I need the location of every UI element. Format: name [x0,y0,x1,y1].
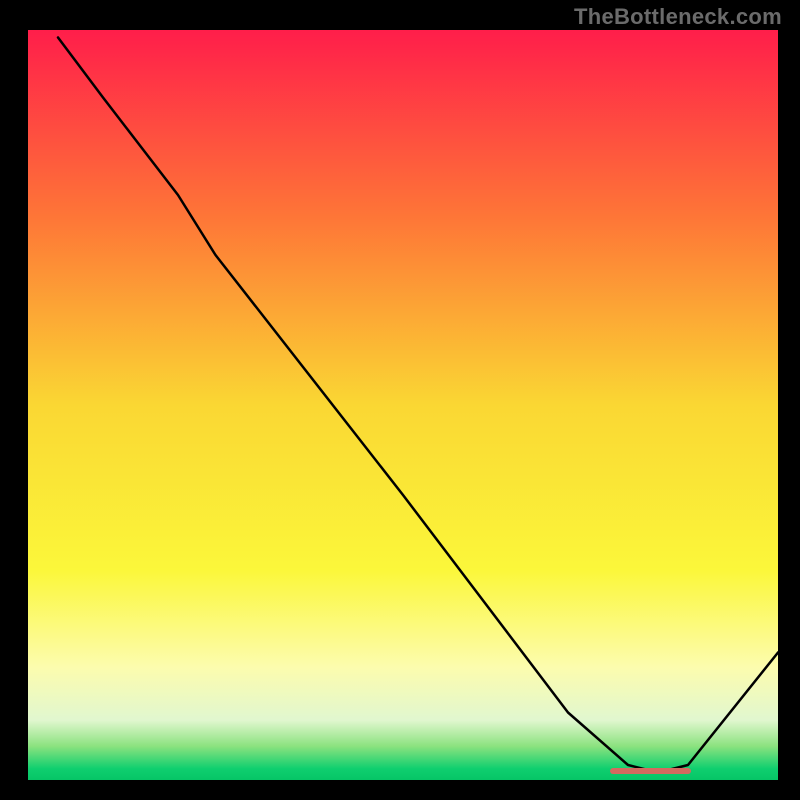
chart-container: TheBottleneck.com [0,0,800,800]
watermark-text: TheBottleneck.com [574,4,782,30]
chart-svg [28,30,778,780]
chart-background [28,30,778,780]
plot-area [28,30,778,780]
